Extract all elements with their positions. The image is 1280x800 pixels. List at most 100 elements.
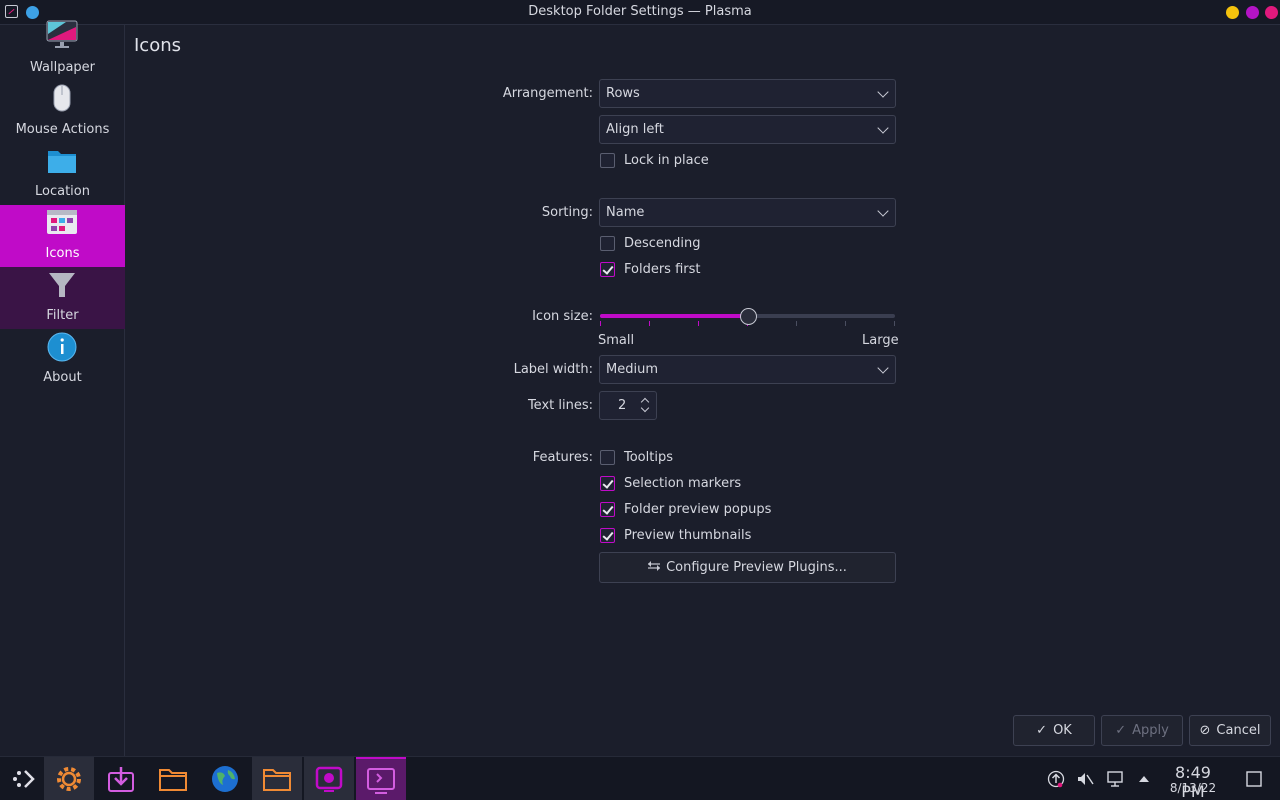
- spinbox-value: 2: [618, 398, 627, 413]
- monitor-icon: [315, 766, 343, 792]
- cancel-icon: ⊘: [1199, 723, 1211, 738]
- sidebar-item-location[interactable]: Location: [0, 143, 125, 205]
- checkbox-label: Folder preview popups: [624, 502, 772, 517]
- slider-tick: [600, 321, 601, 326]
- desktop-settings-icon: [367, 768, 395, 794]
- clock-date[interactable]: 8/13/22: [1161, 781, 1225, 795]
- icon-size-label: Icon size:: [532, 309, 593, 324]
- slider-handle[interactable]: [739, 308, 757, 325]
- slider-min-label: Small: [598, 333, 635, 348]
- sidebar-item-wallpaper[interactable]: Wallpaper: [0, 19, 125, 81]
- sidebar-item-label: Icons: [45, 246, 80, 261]
- slider-tick: [845, 321, 846, 326]
- label-width-combo[interactable]: Medium: [599, 355, 896, 384]
- taskbar: 8:49 PM 8/13/22: [0, 756, 1280, 800]
- title-bar: Desktop Folder Settings — Plasma: [0, 0, 1280, 25]
- icon-size-slider[interactable]: [599, 306, 896, 328]
- combo-value: Medium: [606, 362, 658, 377]
- sidebar-item-label: Location: [35, 184, 90, 199]
- sidebar-item-label: Filter: [46, 308, 79, 323]
- muted-volume-icon[interactable]: [1076, 770, 1094, 788]
- sidebar-item-icons[interactable]: Icons: [0, 205, 125, 267]
- checkmark-icon: ✓: [1036, 723, 1048, 738]
- close-button[interactable]: [1265, 6, 1278, 19]
- text-lines-label: Text lines:: [527, 398, 593, 413]
- filter-icon: [49, 273, 75, 297]
- task-system-monitor[interactable]: [304, 757, 354, 800]
- sidebar-item-mouse-actions[interactable]: Mouse Actions: [0, 81, 125, 143]
- checkbox-label: Lock in place: [624, 153, 709, 168]
- label-width-label: Label width:: [513, 362, 593, 377]
- window-title: Desktop Folder Settings — Plasma: [528, 4, 752, 19]
- update-icon[interactable]: [1047, 770, 1065, 788]
- icons-icon: [47, 210, 77, 234]
- sidebar-item-filter[interactable]: Filter: [0, 267, 125, 329]
- checkbox[interactable]: [600, 450, 615, 465]
- checkbox-label: Selection markers: [624, 476, 742, 491]
- task-discover[interactable]: [96, 757, 146, 800]
- chevron-down-icon: [877, 122, 889, 134]
- checkbox[interactable]: [600, 528, 615, 543]
- chevron-down-icon: [877, 362, 889, 374]
- checkbox[interactable]: [600, 153, 615, 168]
- task-file-manager[interactable]: [148, 757, 198, 800]
- sidebar-item-label: About: [43, 370, 82, 385]
- mouse-icon: [53, 84, 71, 112]
- checkbox[interactable]: [600, 476, 615, 491]
- sidebar-item-label: Wallpaper: [29, 60, 96, 75]
- minimize-button[interactable]: [1226, 6, 1239, 19]
- checkbox[interactable]: [600, 236, 615, 251]
- checkbox[interactable]: [600, 502, 615, 517]
- tray-expand-icon[interactable]: [1135, 770, 1153, 788]
- slider-max-label: Large: [862, 333, 899, 348]
- configure-icon: [648, 561, 661, 571]
- arrangement-combo[interactable]: Rows: [599, 79, 896, 108]
- maximize-button[interactable]: [1246, 6, 1259, 19]
- cancel-button[interactable]: ⊘ Cancel: [1189, 715, 1271, 746]
- apply-button[interactable]: ✓ Apply: [1101, 715, 1183, 746]
- slider-tick: [796, 321, 797, 326]
- combo-value: Align left: [606, 122, 664, 137]
- slider-tick: [698, 321, 699, 326]
- chevron-down-icon: [877, 205, 889, 217]
- slider-tick: [649, 321, 650, 326]
- button-label: OK: [1053, 723, 1072, 738]
- network-icon[interactable]: [1106, 770, 1124, 788]
- sidebar: Wallpaper Mouse Actions Location Icons F…: [0, 20, 125, 756]
- page-title: Icons: [134, 35, 182, 56]
- checkmark-icon: ✓: [1115, 723, 1127, 738]
- task-desktop-folder-settings[interactable]: [356, 757, 406, 800]
- info-icon: [47, 332, 77, 362]
- features-label: Features:: [532, 450, 593, 465]
- checkbox-label: Descending: [624, 236, 701, 251]
- wallpaper-icon: [46, 20, 78, 48]
- checkbox[interactable]: [600, 262, 615, 277]
- ok-button[interactable]: ✓ OK: [1013, 715, 1095, 746]
- folder-icon: [263, 769, 291, 791]
- show-desktop-icon[interactable]: [1245, 770, 1263, 788]
- task-web-browser[interactable]: [200, 757, 250, 800]
- combo-value: Name: [606, 205, 645, 220]
- application-launcher-button[interactable]: [0, 757, 50, 800]
- checkbox-label: Tooltips: [624, 450, 673, 465]
- sorting-combo[interactable]: Name: [599, 198, 896, 227]
- arrangement-label: Arrangement:: [502, 86, 593, 101]
- task-system-settings[interactable]: [44, 757, 94, 800]
- folder-icon: [48, 151, 76, 173]
- configure-preview-plugins-button[interactable]: Configure Preview Plugins...: [599, 552, 896, 583]
- sidebar-item-about[interactable]: About: [0, 329, 125, 391]
- chevron-down-icon[interactable]: [640, 403, 650, 413]
- task-file-manager-2[interactable]: [252, 757, 302, 800]
- alignment-combo[interactable]: Align left: [599, 115, 896, 144]
- checkbox-label: Preview thumbnails: [624, 528, 752, 543]
- combo-value: Rows: [606, 86, 640, 101]
- sorting-label: Sorting:: [541, 205, 593, 220]
- gear-icon: [57, 767, 81, 791]
- text-lines-spinbox[interactable]: 2: [599, 391, 657, 420]
- slider-tick: [894, 321, 895, 326]
- launcher-icon: [13, 770, 35, 788]
- globe-icon: [212, 766, 238, 792]
- slider-fill: [600, 314, 748, 318]
- download-icon: [108, 767, 134, 792]
- button-label: Cancel: [1216, 723, 1261, 738]
